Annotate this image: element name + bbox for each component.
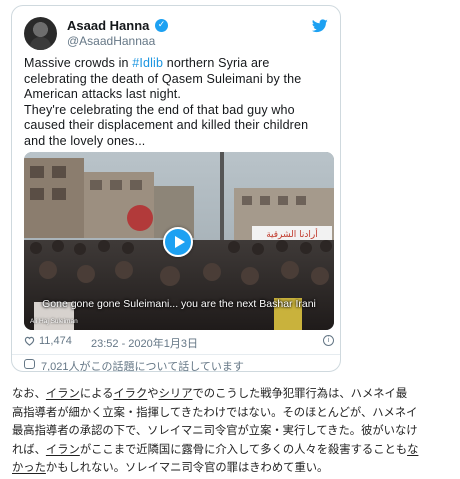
tweet-text-line-3: American attacks last night. [24,87,182,102]
article-text-segment: れば、 [12,442,46,456]
verified-badge-icon: ✓ [155,19,168,32]
banner-sign-text: أرادنا الشرقية [266,228,318,240]
video-credit: Ali Haj Suleiman [30,318,78,325]
tweet-text-line-1: Massive crowds in #Idlib northern Syria … [24,56,334,72]
heart-icon[interactable] [24,336,35,346]
tweet-text-line-6: and the lovely ones... [24,133,146,148]
twitter-bird-icon[interactable] [312,19,328,33]
article-paragraph: なお、イランによるイラクやシリアでのこうした戦争犯罪行為は、ハメネイ最 高指導者… [12,385,452,478]
tweet-meta: 11,474 23:52 - 2020年1月3日 i [24,334,334,350]
tweet-text-line-5: caused their displacement and killed the… [24,118,309,133]
link-nakatta-part2[interactable]: かった [12,461,46,474]
info-icon[interactable]: i [323,335,334,346]
user-handle[interactable]: @AsaadHannaa [67,34,155,48]
link-iraq[interactable]: イラク [113,387,147,400]
play-button[interactable] [163,227,193,257]
article-text-segment: なお、 [12,387,46,400]
video-player[interactable]: أرادنا الشرقية Gone gone gone Suleimani.… [24,152,334,330]
tweet-text-line-4: They're celebrating the end of that bad … [24,102,295,117]
tweet-header: Asaad Hanna ✓ @AsaadHannaa [24,17,328,51]
hashtag-link[interactable]: #Idlib [132,56,163,70]
video-subtitle: Gone gone gone Suleimani... you are the … [42,298,316,310]
avatar[interactable] [24,17,57,50]
link-iran[interactable]: イラン [46,387,80,400]
like-count[interactable]: 11,474 [39,335,72,347]
article-text-segment: でのこうした戦争犯罪行為は、ハメネイ最 [192,387,408,400]
tweet-text-segment: northern Syria are [163,56,270,70]
link-iran-2[interactable]: イラン [46,443,80,456]
article-line-3: 最高指導者の承認の下で、ソレイマニ司令官が立案・実行してきた。彼がいなけ [12,424,418,437]
display-name[interactable]: Asaad Hanna [67,18,149,33]
play-icon [175,236,185,248]
article-text-segment: がここまで近隣国に露骨に介入して多くの人々を殺害することも [79,442,408,456]
tweet-text-segment: Massive crowds in [24,56,133,70]
comment-icon [24,359,35,369]
tweet-text: Massive crowds in #Idlib northern Syria … [24,56,334,150]
article-line-5: かったかもしれない。ソレイマニ司令官の罪はきわめて重い。 [12,459,452,478]
link-syria[interactable]: シリア [159,387,193,400]
link-nakatta-part1[interactable]: な [407,443,418,456]
article-text-segment: や [147,387,159,400]
tweet-timestamp[interactable]: 23:52 - 2020年1月3日 [91,335,198,351]
article-text-segment: かもしれない。ソレイマニ司令官の罪はきわめて重い。 [45,461,329,474]
divider [12,354,340,355]
conversation-label: 7,021人がこの話題について話しています [41,361,244,372]
article-line-1: なお、イランによるイラクやシリアでのこうした戦争犯罪行為は、ハメネイ最 [12,385,452,404]
article-line-4: れば、イランがここまで近隣国に露骨に介入して多くの人々を殺害することもな [12,441,452,460]
embedded-tweet[interactable]: Asaad Hanna ✓ @AsaadHannaa Massive crowd… [11,5,341,372]
article-text-segment: による [79,387,114,400]
tweet-text-line-2: celebrating the death of Qasem Suleimani… [24,71,302,86]
article-line-2: 高指導者が細かく立案・指揮してきたわけではない。そのほとんどが、ハメネイ [12,405,418,419]
